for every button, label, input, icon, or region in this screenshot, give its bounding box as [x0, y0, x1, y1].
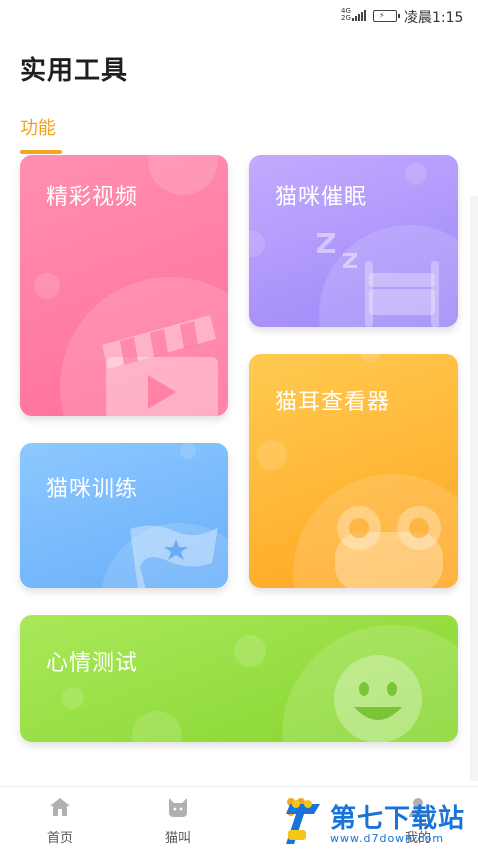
card-cat-training-label: 猫咪训练 — [46, 477, 139, 502]
card-cat-ear-viewer[interactable]: 猫耳查看器 — [249, 354, 458, 588]
status-bar: 4G 2G ⚡ 凌晨1:15 — [0, 0, 478, 32]
cat-head-icon — [169, 798, 187, 817]
battery-icon: ⚡ — [373, 10, 400, 22]
watermark-title: 第七下载站 — [330, 804, 466, 834]
tab-features[interactable]: 功能 — [20, 114, 56, 140]
card-mood-test-label: 心情测试 — [46, 651, 139, 676]
nav-cat-sound[interactable]: 猫叫 — [138, 787, 218, 850]
card-video[interactable]: 精彩视频 — [20, 155, 228, 416]
page-title: 实用工具 — [20, 56, 129, 86]
card-mood-test[interactable]: 心情测试 — [20, 615, 458, 742]
bed-sleep-icon — [317, 233, 439, 327]
home-icon — [50, 798, 70, 816]
signal-icon — [352, 10, 366, 21]
d7-logo-icon — [286, 800, 320, 844]
star-flag-icon — [130, 525, 218, 588]
card-cat-sleep-label: 猫咪催眠 — [275, 185, 368, 210]
nav-home[interactable]: 首页 — [20, 787, 100, 850]
watermark-url: www.d7down.com — [330, 832, 445, 845]
card-cat-sleep[interactable]: 猫咪催眠 — [249, 155, 458, 327]
scroll-edge — [470, 196, 478, 781]
card-video-label: 精彩视频 — [46, 185, 139, 210]
card-cat-ear-viewer-label: 猫耳查看器 — [275, 390, 391, 415]
smiley-face-icon — [334, 655, 422, 742]
status-time: 凌晨1:15 — [404, 10, 464, 26]
nav-cat-sound-label: 猫叫 — [164, 831, 191, 846]
network-indicator: 4G 2G — [341, 7, 351, 22]
clapperboard-icon — [102, 315, 218, 416]
nav-home-label: 首页 — [46, 831, 73, 846]
frog-face-icon — [335, 506, 443, 588]
watermark: 第七下载站 www.d7down.com — [282, 796, 478, 850]
tab-indicator — [20, 150, 62, 154]
card-cat-training[interactable]: 猫咪训练 — [20, 443, 228, 588]
